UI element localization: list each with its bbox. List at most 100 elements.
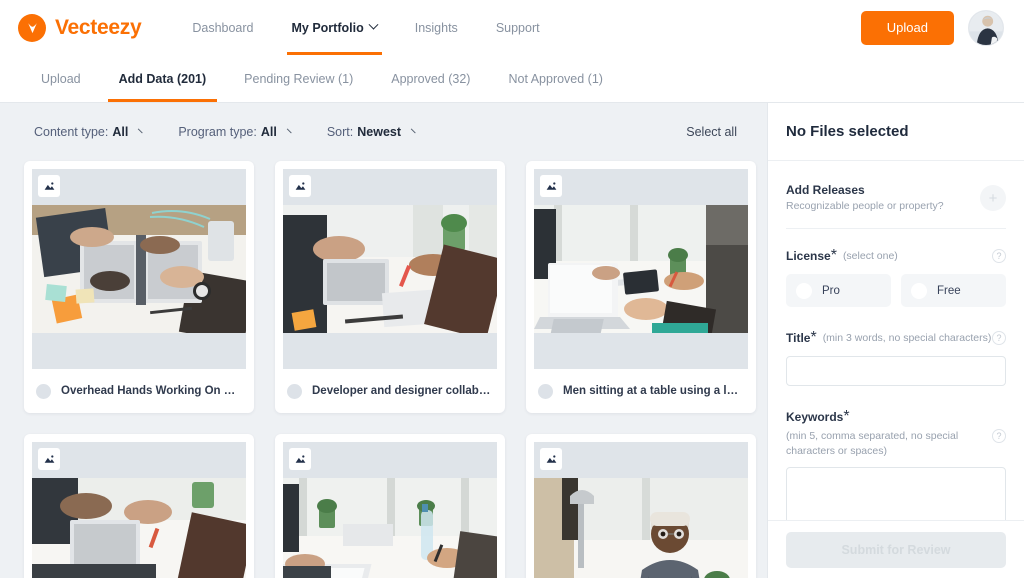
portfolio-tabs: Upload Add Data (201) Pending Review (1)… bbox=[0, 55, 1024, 103]
chevron-down-icon bbox=[368, 19, 379, 30]
photo-icon bbox=[289, 175, 311, 197]
add-releases-texts: Add Releases Recognizable people or prop… bbox=[786, 183, 980, 212]
asset-title: Men sitting at a table using a laptop an… bbox=[563, 385, 744, 397]
license-option-pro[interactable]: Pro bbox=[786, 274, 891, 307]
filter-program-type-value: All bbox=[260, 125, 277, 139]
assets-panel: Content type: All Program type: All Sort… bbox=[0, 103, 767, 578]
filter-content-type-value: All bbox=[112, 125, 129, 139]
asset-image bbox=[283, 205, 497, 333]
tab-pending-review-label: Pending Review (1) bbox=[244, 71, 354, 86]
tab-add-data-label: Add Data (201) bbox=[118, 71, 207, 86]
primary-menu: Dashboard My Portfolio Insights Support bbox=[173, 0, 558, 55]
title-section: Title * (min 3 words, no special charact… bbox=[786, 329, 1006, 386]
nav-item-my-portfolio-label: My Portfolio bbox=[291, 20, 364, 35]
asset-card[interactable]: Men sitting at a table using a laptop an… bbox=[526, 161, 756, 413]
nav-item-insights[interactable]: Insights bbox=[396, 0, 477, 55]
asset-image bbox=[32, 478, 246, 578]
top-nav-actions: Upload bbox=[860, 9, 1004, 46]
asset-image bbox=[534, 205, 748, 333]
brand-name: Vecteezy bbox=[55, 15, 142, 39]
add-releases-subtitle: Recognizable people or property? bbox=[786, 200, 944, 212]
vecteezy-bird-logo-icon bbox=[18, 13, 46, 42]
tab-not-approved[interactable]: Not Approved (1) bbox=[489, 55, 622, 102]
asset-thumbnail[interactable] bbox=[32, 169, 246, 369]
metadata-form: Add Releases Recognizable people or prop… bbox=[768, 161, 1024, 578]
photo-icon bbox=[540, 175, 562, 197]
select-all-button[interactable]: Select all bbox=[686, 125, 737, 139]
license-option-free-label: Free bbox=[937, 284, 961, 297]
photo-icon bbox=[38, 448, 60, 470]
asset-thumbnail[interactable] bbox=[32, 442, 246, 578]
metadata-panel-footer: Submit for Review bbox=[768, 520, 1024, 578]
asset-card[interactable]: Developer and designer collaborating on … bbox=[275, 161, 505, 413]
asset-thumbnail[interactable] bbox=[283, 169, 497, 369]
submit-for-review-button[interactable]: Submit for Review bbox=[786, 531, 1006, 568]
asset-card-footer: Developer and designer collaborating on … bbox=[283, 369, 497, 413]
license-label-row: License * (select one) ? bbox=[786, 247, 1006, 265]
keywords-label-row: Keywords* (min 5, comma separated, no sp… bbox=[786, 408, 1006, 459]
asset-thumbnail[interactable] bbox=[534, 442, 748, 578]
license-option-free[interactable]: Free bbox=[901, 274, 1006, 307]
title-required-mark: * bbox=[810, 329, 817, 346]
title-label-row: Title * (min 3 words, no special charact… bbox=[786, 329, 1006, 347]
asset-card[interactable] bbox=[24, 434, 254, 578]
asset-card[interactable] bbox=[275, 434, 505, 578]
asset-card-footer: Men sitting at a table using a laptop an… bbox=[534, 369, 748, 413]
keywords-hint: (min 5, comma separated, no special char… bbox=[786, 430, 959, 458]
photo-icon bbox=[540, 448, 562, 470]
metadata-panel-header: No Files selected bbox=[768, 103, 1024, 161]
avatar[interactable] bbox=[968, 9, 1004, 46]
help-circle-icon[interactable]: ? bbox=[992, 429, 1006, 443]
title-hint: (min 3 words, no special characters) bbox=[822, 332, 992, 344]
title-input[interactable] bbox=[786, 356, 1006, 386]
tab-approved[interactable]: Approved (32) bbox=[372, 55, 489, 102]
asset-image bbox=[283, 478, 497, 578]
asset-title: Overhead Hands Working On Laptops bbox=[61, 385, 242, 397]
asset-select-checkbox[interactable] bbox=[538, 383, 553, 399]
top-navigation-bar: Vecteezy Dashboard My Portfolio Insights… bbox=[0, 0, 1024, 55]
asset-thumbnail[interactable] bbox=[283, 442, 497, 578]
content-area: Content type: All Program type: All Sort… bbox=[0, 103, 1024, 578]
panel-title: No Files selected bbox=[786, 123, 909, 140]
filter-sort[interactable]: Sort: Newest bbox=[326, 124, 420, 139]
add-release-button[interactable]: + bbox=[980, 185, 1006, 211]
help-circle-icon[interactable]: ? bbox=[992, 331, 1006, 345]
license-hint: (select one) bbox=[842, 250, 898, 262]
license-section: License * (select one) ? Pro Free bbox=[786, 247, 1006, 307]
asset-card[interactable]: Overhead Hands Working On Laptops bbox=[24, 161, 254, 413]
filter-content-type[interactable]: Content type: All bbox=[34, 124, 147, 139]
tab-upload-label: Upload bbox=[41, 71, 81, 86]
plus-icon: + bbox=[988, 189, 998, 207]
tab-pending-review[interactable]: Pending Review (1) bbox=[225, 55, 372, 102]
chevron-down-icon bbox=[138, 124, 147, 134]
chevron-down-icon bbox=[286, 124, 296, 134]
asset-card[interactable] bbox=[526, 434, 756, 578]
chevron-down-icon bbox=[410, 124, 420, 134]
nav-item-support[interactable]: Support bbox=[477, 0, 559, 55]
filter-program-type-label: Program type: bbox=[178, 125, 257, 139]
photo-icon bbox=[38, 175, 60, 197]
tab-not-approved-label: Not Approved (1) bbox=[508, 71, 603, 86]
tab-approved-label: Approved (32) bbox=[391, 71, 471, 86]
title-label: Title bbox=[786, 331, 811, 345]
tab-add-data[interactable]: Add Data (201) bbox=[100, 55, 226, 102]
keywords-label: Keywords bbox=[786, 410, 844, 424]
asset-select-checkbox[interactable] bbox=[36, 383, 51, 399]
upload-button[interactable]: Upload bbox=[860, 10, 954, 45]
tab-upload[interactable]: Upload bbox=[22, 55, 100, 102]
brand-logo[interactable]: Vecteezy bbox=[18, 13, 142, 42]
license-required-mark: * bbox=[830, 247, 837, 264]
section-divider bbox=[786, 228, 1006, 229]
license-option-pro-label: Pro bbox=[822, 284, 840, 297]
nav-item-insights-label: Insights bbox=[414, 20, 458, 35]
filter-program-type[interactable]: Program type: All bbox=[178, 124, 296, 139]
filter-sort-label: Sort: bbox=[326, 125, 354, 139]
asset-thumbnail[interactable] bbox=[534, 169, 748, 369]
add-releases-title: Add Releases bbox=[786, 183, 865, 197]
filter-toolbar: Content type: All Program type: All Sort… bbox=[0, 103, 767, 161]
nav-item-my-portfolio[interactable]: My Portfolio bbox=[273, 0, 396, 55]
nav-item-dashboard[interactable]: Dashboard bbox=[173, 0, 272, 55]
asset-select-checkbox[interactable] bbox=[287, 383, 302, 399]
help-circle-icon[interactable]: ? bbox=[992, 249, 1006, 263]
asset-title: Developer and designer collaborating on … bbox=[312, 385, 493, 397]
